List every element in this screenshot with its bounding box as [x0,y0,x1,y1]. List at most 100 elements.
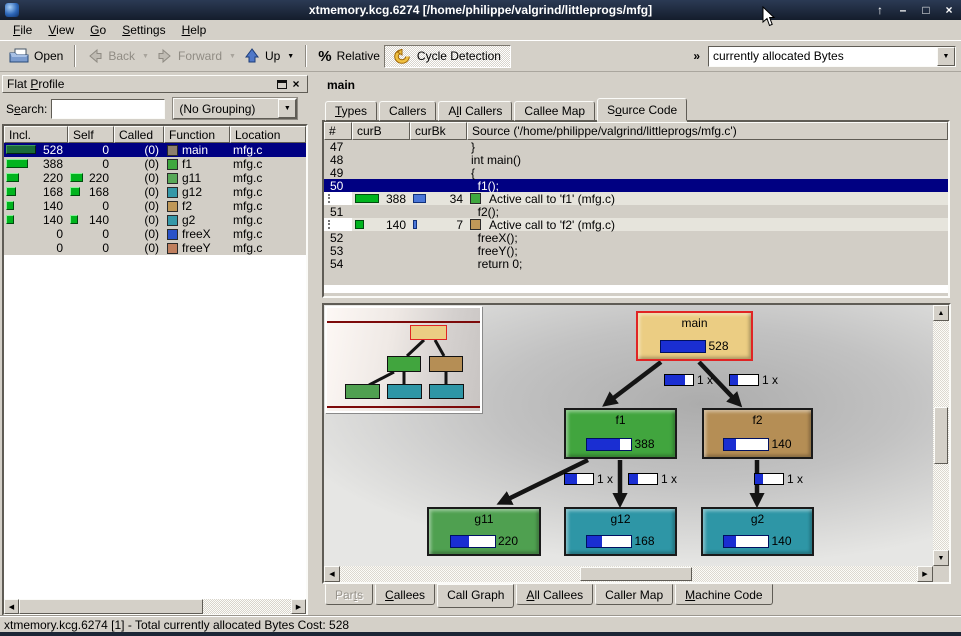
menu-settings[interactable]: Settings [114,21,173,40]
fp-row-main[interactable]: 5280(0)mainmfg.c [4,143,306,157]
scroll-down-icon[interactable]: ▼ [933,550,949,566]
graph-hscrollbar[interactable]: ◀ ▶ [324,566,933,582]
graph-node-g11[interactable]: g11220 [427,507,541,556]
call-edge [607,362,661,403]
incl-cost-bar [6,215,14,224]
source-line-49[interactable]: 49{ [324,166,948,179]
tab-call-graph[interactable]: Call Graph [437,584,514,608]
tab-types[interactable]: Types [325,101,377,121]
flat-profile-hscrollbar[interactable]: ◀ ▶ [4,599,306,614]
cycle-detection-toggle[interactable]: Cycle Detection [384,45,511,68]
up-button[interactable]: Up ▼ [240,45,298,67]
fp-row-freeX[interactable]: 00(0)freeXmfg.c [4,227,306,241]
tab-parts[interactable]: Parts [325,584,373,605]
title-bar[interactable]: xtmemory.kcg.6274 [/home/philippe/valgri… [0,0,961,20]
scroll-right-icon[interactable]: ▶ [291,599,306,614]
edge-call-count: 1 x [787,472,803,486]
relative-toggle[interactable]: % Relative [314,45,384,68]
menu-go[interactable]: Go [82,21,114,40]
fp-row-f2[interactable]: 1400(0)f2mfg.c [4,199,306,213]
fp-column-incl[interactable]: Incl. [4,126,68,143]
event-type-dropdown-icon[interactable]: ▼ [937,47,955,66]
tab-all-callees[interactable]: All Callees [516,584,593,605]
shade-button[interactable]: ↑ [873,3,887,17]
fp-column-location[interactable]: Location [230,126,306,143]
fp-row-f1[interactable]: 3880(0)f1mfg.c [4,157,306,171]
scroll-left-icon[interactable]: ◀ [324,566,340,582]
folder-open-icon [9,48,29,64]
tab-machine-code[interactable]: Machine Code [675,584,772,605]
fp-column-function[interactable]: Function [164,126,230,143]
menu-file[interactable]: File [5,21,40,40]
location-value: mfg.c [230,171,306,185]
back-dropdown-icon[interactable]: ▼ [142,53,149,60]
src-column-0[interactable]: # [324,122,352,140]
forward-dropdown-icon[interactable]: ▼ [229,53,236,60]
menu-help[interactable]: Help [174,21,215,40]
event-type-select[interactable]: currently allocated Bytes ▼ [708,46,956,67]
up-dropdown-icon[interactable]: ▼ [287,53,294,60]
maximize-button[interactable]: □ [919,3,933,17]
graph-node-f2[interactable]: f2140 [702,408,813,459]
function-type-icon [167,173,178,184]
graph-vscrollbar[interactable]: ▲ ▼ [933,305,949,566]
forward-button[interactable]: Forward ▼ [153,45,240,67]
fp-column-called[interactable]: Called [114,126,164,143]
source-call-row[interactable]: 1407Active call to 'f2' (mfg.c) [324,218,948,231]
grouping-select[interactable]: (No Grouping) ▼ [173,98,297,119]
src-column-2[interactable]: curBk [410,122,467,140]
scroll-up-icon[interactable]: ▲ [933,305,949,321]
toolbar-overflow-button[interactable]: » [693,49,700,63]
arrow-up-icon [244,48,260,64]
fp-row-g12[interactable]: 168168(0)g12mfg.c [4,185,306,199]
scroll-left-icon[interactable]: ◀ [4,599,19,614]
flat-profile-body: 5280(0)mainmfg.c3880(0)f1mfg.c220220(0)g… [4,143,306,255]
graph-overview-map[interactable] [325,306,482,413]
tab-callee-map[interactable]: Callee Map [514,101,595,121]
flat-profile-dock-title[interactable]: Flat Profile × [2,75,308,93]
graph-node-f1[interactable]: f1388 [564,408,677,459]
tab-caller-map[interactable]: Caller Map [595,584,673,605]
line-number: 54 [324,257,352,270]
fp-row-g2[interactable]: 140140(0)g2mfg.c [4,213,306,227]
source-line-48[interactable]: 48int main() [324,153,948,166]
back-button[interactable]: Back ▼ [83,45,153,67]
src-column-3[interactable]: Source ('/home/philippe/valgrind/littlep… [467,122,948,140]
call-graph-canvas[interactable]: main528f1388f2140g11220g12168g21401 x1 x… [324,305,933,566]
minimize-button[interactable]: – [896,3,910,17]
dock-float-button[interactable] [275,78,289,91]
graph-node-g2[interactable]: g2140 [701,507,814,556]
source-line-54[interactable]: 54 return 0; [324,257,948,270]
graph-node-main[interactable]: main528 [636,311,753,361]
menu-view[interactable]: View [40,21,82,40]
source-line-52[interactable]: 52 freeX(); [324,231,948,244]
graph-node-g12[interactable]: g12168 [564,507,677,556]
overview-edge [407,340,424,356]
incl-value: 388 [43,157,63,171]
search-input[interactable] [51,99,165,119]
fp-row-g11[interactable]: 220220(0)g11mfg.c [4,171,306,185]
tab-source-code[interactable]: Source Code [597,98,687,121]
fp-column-self[interactable]: Self [68,126,114,143]
dock-close-button[interactable]: × [289,78,303,91]
incl-cost-bar [6,201,14,210]
source-line-51[interactable]: 51 f2(); [324,205,948,218]
source-call-row[interactable]: 38834Active call to 'f1' (mfg.c) [324,192,948,205]
tab-all-callers[interactable]: All Callers [438,101,512,121]
source-line-53[interactable]: 53 freeY(); [324,244,948,257]
tab-callers[interactable]: Callers [379,101,436,121]
open-button[interactable]: Open [5,45,67,67]
hscroll-slider[interactable] [580,567,692,581]
src-column-1[interactable]: curB [352,122,410,140]
source-line-50[interactable]: 50 f1(); [324,179,948,192]
close-button[interactable]: × [942,3,956,17]
overview-boundary-line [327,406,480,408]
grouping-dropdown-icon[interactable]: ▼ [278,99,296,118]
tab-callees[interactable]: Callees [375,584,435,605]
vscroll-slider[interactable] [934,407,948,464]
hscroll-slider[interactable] [19,599,203,614]
fp-row-freeY[interactable]: 00(0)freeYmfg.c [4,241,306,255]
source-line-47[interactable]: 47} [324,140,948,153]
scroll-right-icon[interactable]: ▶ [917,566,933,582]
function-type-icon [167,145,178,156]
